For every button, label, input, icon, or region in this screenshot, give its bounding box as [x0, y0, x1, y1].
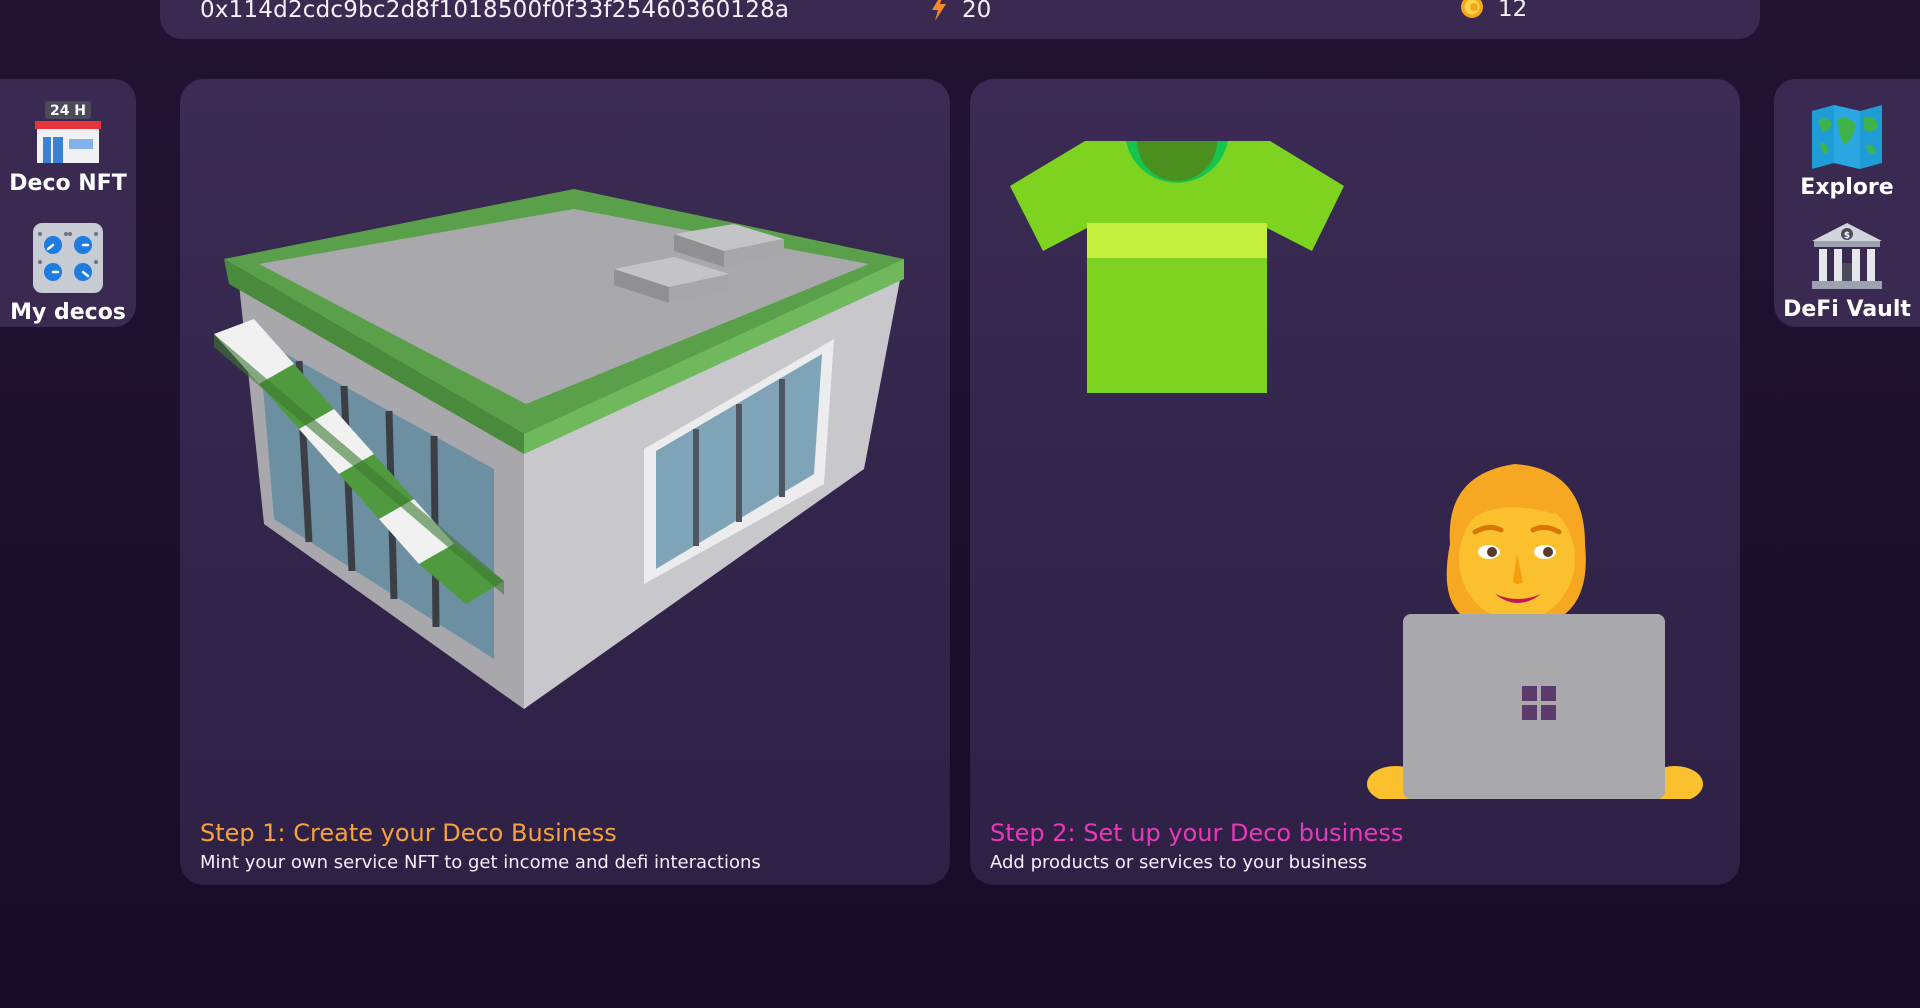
- dock-label-deco-nft: Deco NFT: [9, 171, 127, 196]
- right-dock: Explore $ DeFi Vault: [1774, 79, 1920, 327]
- world-map-icon: [1810, 105, 1884, 173]
- coin-value: 12: [1498, 0, 1528, 22]
- control-knobs-icon: [32, 222, 104, 298]
- store-building-illustration: [204, 189, 904, 713]
- step-2-title: Step 2: Set up your Deco business: [990, 819, 1404, 847]
- dock-label-defi-vault: DeFi Vault: [1783, 297, 1911, 322]
- explore-button[interactable]: Explore: [1774, 105, 1920, 200]
- step-2-description: Add products or services to your busines…: [990, 852, 1368, 873]
- coin-icon: [1460, 0, 1484, 23]
- energy-value: 20: [962, 0, 992, 23]
- lightning-icon: [930, 0, 948, 25]
- energy-counter: 20: [930, 0, 991, 25]
- wallet-address[interactable]: 0x114d2cdc9bc2d8f1018500f0f33f2546036012…: [200, 0, 789, 23]
- step-1-title: Step 1: Create your Deco Business: [200, 819, 617, 847]
- defi-vault-button[interactable]: $ DeFi Vault: [1774, 223, 1920, 322]
- tshirt-illustration: [1010, 141, 1344, 397]
- dock-label-explore: Explore: [1800, 175, 1894, 200]
- my-decos-button[interactable]: My decos: [0, 222, 136, 325]
- step-2-card[interactable]: Step 2: Set up your Deco business Add pr…: [970, 79, 1740, 885]
- svg-text:$: $: [1844, 231, 1850, 241]
- bank-icon: $: [1810, 223, 1884, 295]
- step-1-card[interactable]: Step 1: Create your Deco Business Mint y…: [180, 79, 950, 885]
- left-dock: 24 H Deco NFT My decos: [0, 79, 136, 327]
- dock-label-my-decos: My decos: [10, 300, 126, 325]
- store-badge-text: 24 H: [50, 103, 86, 119]
- step-1-description: Mint your own service NFT to get income …: [200, 852, 761, 873]
- deco-nft-button[interactable]: 24 H Deco NFT: [0, 99, 136, 196]
- coin-counter: 12: [1460, 0, 1527, 23]
- store-24h-icon: 24 H: [31, 99, 105, 169]
- status-bar: 0x114d2cdc9bc2d8f1018500f0f33f2546036012…: [160, 0, 1760, 39]
- woman-with-laptop-illustration: [1365, 454, 1705, 803]
